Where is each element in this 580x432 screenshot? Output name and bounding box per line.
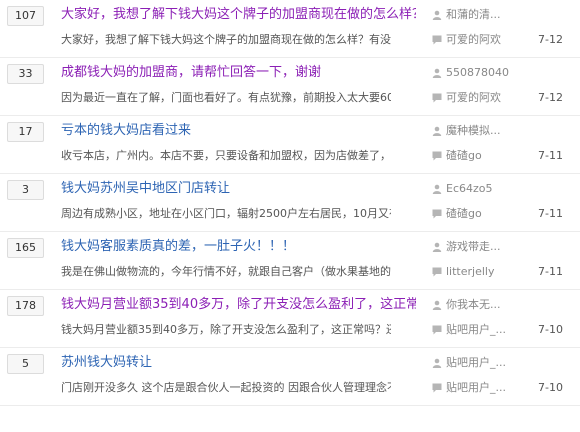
thread-abstract: 大家好，我想了解下钱大妈这个牌子的加盟商现在做的怎么样？有没有做过我...	[61, 33, 391, 46]
reply-bubble-icon	[432, 93, 442, 103]
thread-title-link[interactable]: 成都钱大妈的加盟商，请帮忙回答一下，谢谢	[61, 63, 416, 83]
reply-bubble-icon	[432, 383, 442, 393]
last-replier-name[interactable]: 可爱的阿欢	[446, 32, 501, 48]
reply-count-badge: 17	[7, 122, 44, 142]
thread-title-link[interactable]: 钱大妈苏州吴中地区门店转让	[61, 179, 416, 199]
thread-row: 17 亏本的钱大妈店看过来 收亏本店，广州内。本店不要，只要设备和加盟权，因为店…	[0, 116, 580, 174]
thread-author[interactable]: 和蒲的清...	[432, 7, 532, 23]
thread-author[interactable]: 550878040	[432, 65, 532, 81]
thread-row: 3 钱大妈苏州吴中地区门店转让 周边有成熟小区，地址在小区门口，辐射2500户左…	[0, 174, 580, 232]
last-replier[interactable]: 可爱的阿欢	[432, 90, 532, 106]
last-replier-name[interactable]: 贴吧用户_...	[446, 322, 506, 338]
last-replier[interactable]: 可爱的阿欢	[432, 32, 532, 48]
last-reply-date: 7-11	[538, 265, 563, 278]
thread-row: 33 成都钱大妈的加盟商，请帮忙回答一下，谢谢 因为最近一直在了解，门面也看好了…	[0, 58, 580, 116]
thread-abstract: 收亏本店，广州内。本店不要，只要设备和加盟权，因为店做差了，就很难做...	[61, 149, 391, 162]
person-icon	[432, 358, 442, 368]
person-icon	[432, 300, 442, 310]
last-replier-name[interactable]: 贴吧用户_...	[446, 380, 506, 396]
author-name[interactable]: Ec64zo5	[446, 181, 493, 197]
reply-bubble-icon	[432, 325, 442, 335]
reply-count-badge: 165	[7, 238, 44, 258]
person-icon	[432, 126, 442, 136]
last-replier[interactable]: 贴吧用户_...	[432, 322, 532, 338]
thread-title-link[interactable]: 大家好，我想了解下钱大妈这个牌子的加盟商现在做的怎么样？有没	[61, 5, 416, 25]
author-name[interactable]: 你我本无...	[446, 297, 501, 313]
person-icon	[432, 242, 442, 252]
last-replier[interactable]: litterjelly	[432, 264, 532, 280]
thread-row: 178 钱大妈月营业额35到40多万，除了开支没怎么盈利了，这正常吗 钱大妈月营…	[0, 290, 580, 348]
last-replier[interactable]: 碴碴go	[432, 148, 532, 164]
last-replier[interactable]: 贴吧用户_...	[432, 380, 532, 396]
thread-abstract: 门店刚开没多久 这个店是跟合伙人一起投资的 因跟合伙人管理理念不同闹了...	[61, 381, 391, 394]
last-replier-name[interactable]: 碴碴go	[446, 148, 482, 164]
author-name[interactable]: 魔种模拟...	[446, 123, 501, 139]
thread-list: 107 大家好，我想了解下钱大妈这个牌子的加盟商现在做的怎么样？有没 大家好，我…	[0, 0, 580, 406]
thread-row: 165 钱大妈客服素质真的差，一肚子火！！！ 我是在佛山做物流的，今年行情不好，…	[0, 232, 580, 290]
thread-author[interactable]: 贴吧用户_...	[432, 355, 532, 371]
last-replier-name[interactable]: litterjelly	[446, 264, 494, 280]
reply-count-badge: 178	[7, 296, 44, 316]
reply-count-badge: 33	[7, 64, 44, 84]
thread-title-link[interactable]: 钱大妈月营业额35到40多万，除了开支没怎么盈利了，这正常吗	[61, 295, 416, 315]
last-reply-date: 7-12	[538, 33, 563, 46]
thread-row: 107 大家好，我想了解下钱大妈这个牌子的加盟商现在做的怎么样？有没 大家好，我…	[0, 0, 580, 58]
thread-author[interactable]: 你我本无...	[432, 297, 532, 313]
last-reply-date: 7-12	[538, 91, 563, 104]
last-reply-date: 7-11	[538, 149, 563, 162]
thread-abstract: 我是在佛山做物流的，今年行情不好，就跟自己客户（做水果基地的）合作，...	[61, 265, 391, 278]
thread-title-link[interactable]: 亏本的钱大妈店看过来	[61, 121, 416, 141]
thread-abstract: 钱大妈月营业额35到40多万，除了开支没怎么盈利了，这正常吗？还是经营...	[61, 323, 391, 336]
thread-row: 5 苏州钱大妈转让 门店刚开没多久 这个店是跟合伙人一起投资的 因跟合伙人管理理…	[0, 348, 580, 406]
author-name[interactable]: 和蒲的清...	[446, 7, 501, 23]
reply-bubble-icon	[432, 151, 442, 161]
reply-count-badge: 107	[7, 6, 44, 26]
last-replier[interactable]: 碴碴go	[432, 206, 532, 222]
author-name[interactable]: 游戏带走...	[446, 239, 501, 255]
person-icon	[432, 10, 442, 20]
person-icon	[432, 68, 442, 78]
thread-title-link[interactable]: 苏州钱大妈转让	[61, 353, 416, 373]
thread-author[interactable]: 魔种模拟...	[432, 123, 532, 139]
reply-bubble-icon	[432, 209, 442, 219]
thread-author[interactable]: Ec64zo5	[432, 181, 532, 197]
last-replier-name[interactable]: 碴碴go	[446, 206, 482, 222]
last-reply-date: 7-11	[538, 207, 563, 220]
reply-bubble-icon	[432, 35, 442, 45]
person-icon	[432, 184, 442, 194]
last-replier-name[interactable]: 可爱的阿欢	[446, 90, 501, 106]
author-name[interactable]: 贴吧用户_...	[446, 355, 506, 371]
thread-abstract: 因为最近一直在了解，门面也看好了。有点犹豫，前期投入太大要60万。我...	[61, 91, 391, 104]
reply-count-badge: 3	[7, 180, 44, 200]
thread-abstract: 周边有成熟小区，地址在小区门口，辐射2500户左右居民，10月又有新住户...	[61, 207, 391, 220]
reply-bubble-icon	[432, 267, 442, 277]
thread-author[interactable]: 游戏带走...	[432, 239, 532, 255]
author-name[interactable]: 550878040	[446, 65, 509, 81]
last-reply-date: 7-10	[538, 381, 563, 394]
last-reply-date: 7-10	[538, 323, 563, 336]
thread-title-link[interactable]: 钱大妈客服素质真的差，一肚子火！！！	[61, 237, 416, 257]
reply-count-badge: 5	[7, 354, 44, 374]
